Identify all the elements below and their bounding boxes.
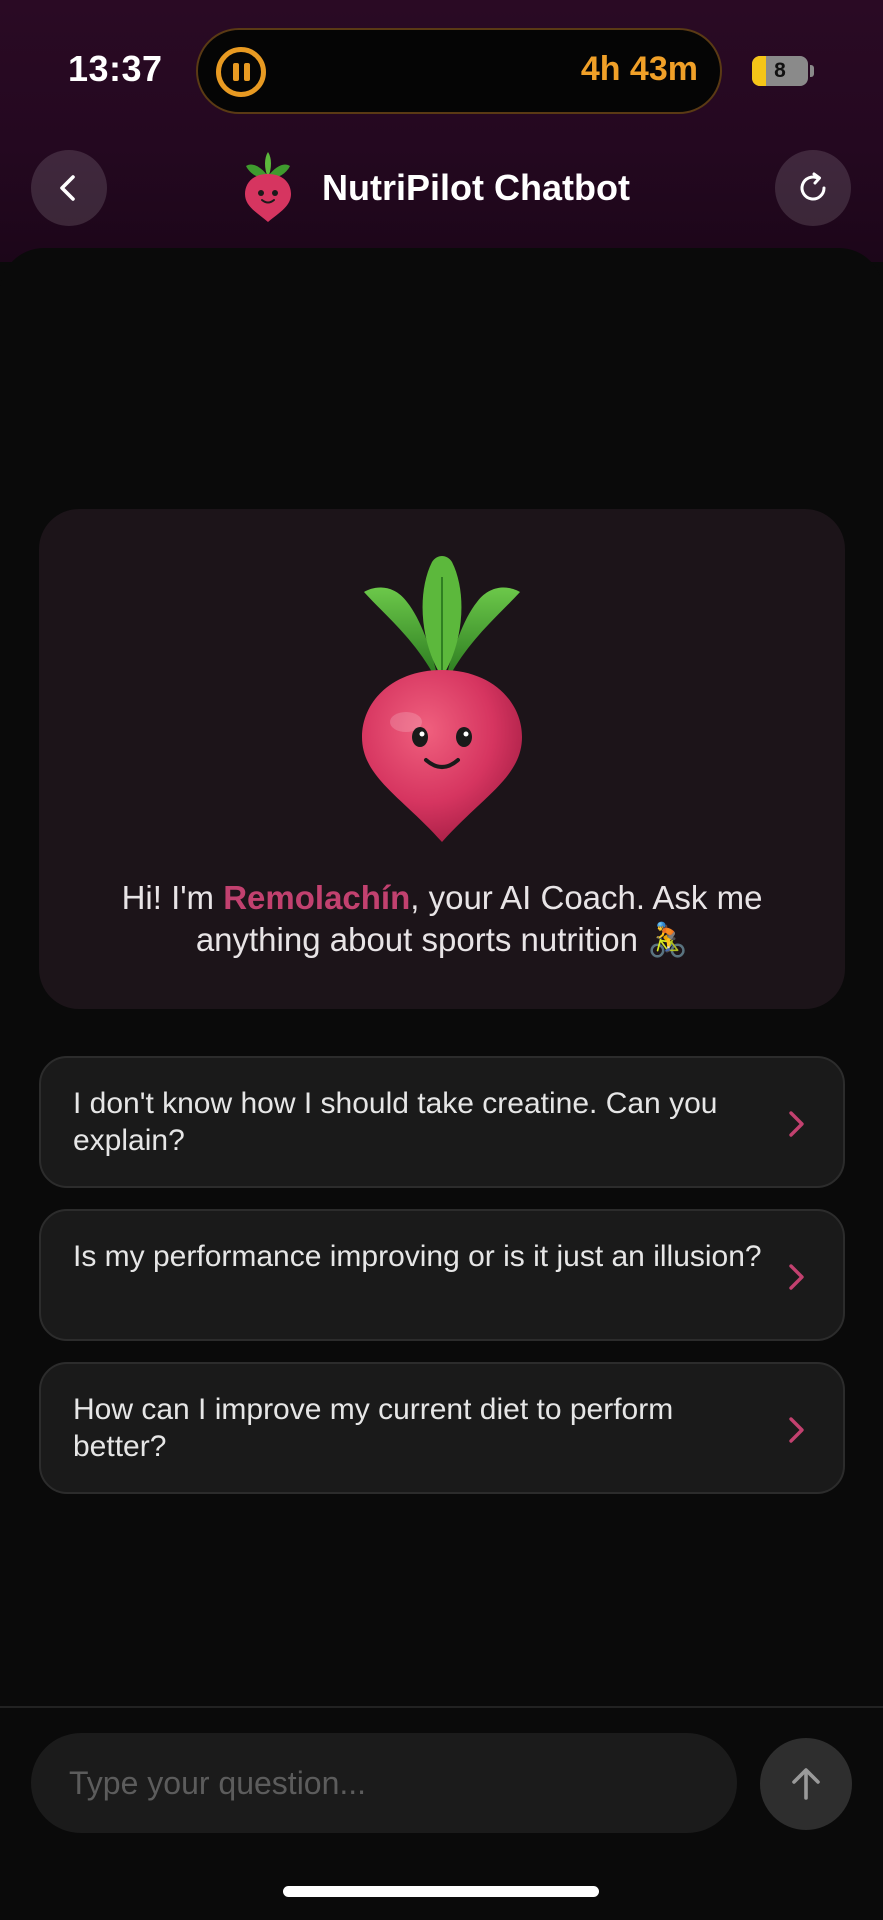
pause-icon[interactable]: [216, 47, 266, 97]
suggestion-text: I don't know how I should take creatine.…: [73, 1087, 718, 1157]
intro-message: Hi! I'm Remolachín, your AI Coach. Ask m…: [69, 877, 815, 961]
composer-divider: [0, 1706, 883, 1708]
battery-icon: 8: [752, 56, 808, 86]
suggestion-text: How can I improve my current diet to per…: [73, 1393, 674, 1463]
battery-tip: [810, 65, 814, 77]
intro-prefix: Hi! I'm: [121, 879, 224, 916]
header-title-group: NutriPilot Chatbot: [240, 150, 630, 226]
suggestion-text: Is my performance improving or is it jus…: [73, 1240, 762, 1273]
back-button[interactable]: [31, 150, 107, 226]
suggestion-button[interactable]: I don't know how I should take creatine.…: [39, 1056, 845, 1188]
status-time: 13:37: [68, 48, 163, 89]
home-indicator[interactable]: [283, 1886, 599, 1897]
suggestion-button[interactable]: Is my performance improving or is it jus…: [39, 1209, 845, 1341]
chevron-left-icon: [60, 175, 75, 201]
message-input[interactable]: [69, 1764, 737, 1802]
suggestion-button[interactable]: How can I improve my current diet to per…: [39, 1362, 845, 1494]
refresh-button[interactable]: [775, 150, 851, 226]
app-screen: 13:37 4h 43m 8 NutriPilot Chatbot Hi! I'…: [0, 0, 883, 1920]
chevron-right-icon: [789, 1417, 804, 1443]
activity-timer: 4h 43m: [580, 50, 698, 88]
send-button[interactable]: [760, 1738, 852, 1830]
page-title: NutriPilot Chatbot: [322, 167, 630, 208]
chevron-right-icon: [789, 1264, 804, 1290]
beet-icon: [245, 152, 291, 222]
refresh-icon: [800, 172, 826, 201]
dynamic-island[interactable]: 4h 43m: [196, 28, 722, 114]
bot-name: Remolachín: [223, 879, 411, 916]
beet-mascot-icon: [362, 556, 522, 842]
arrow-up-icon: [792, 1768, 820, 1800]
intro-card: Hi! I'm Remolachín, your AI Coach. Ask m…: [39, 509, 845, 1009]
message-input-container[interactable]: [31, 1733, 737, 1833]
chevron-right-icon: [789, 1111, 804, 1137]
battery-level: 8: [774, 59, 786, 82]
